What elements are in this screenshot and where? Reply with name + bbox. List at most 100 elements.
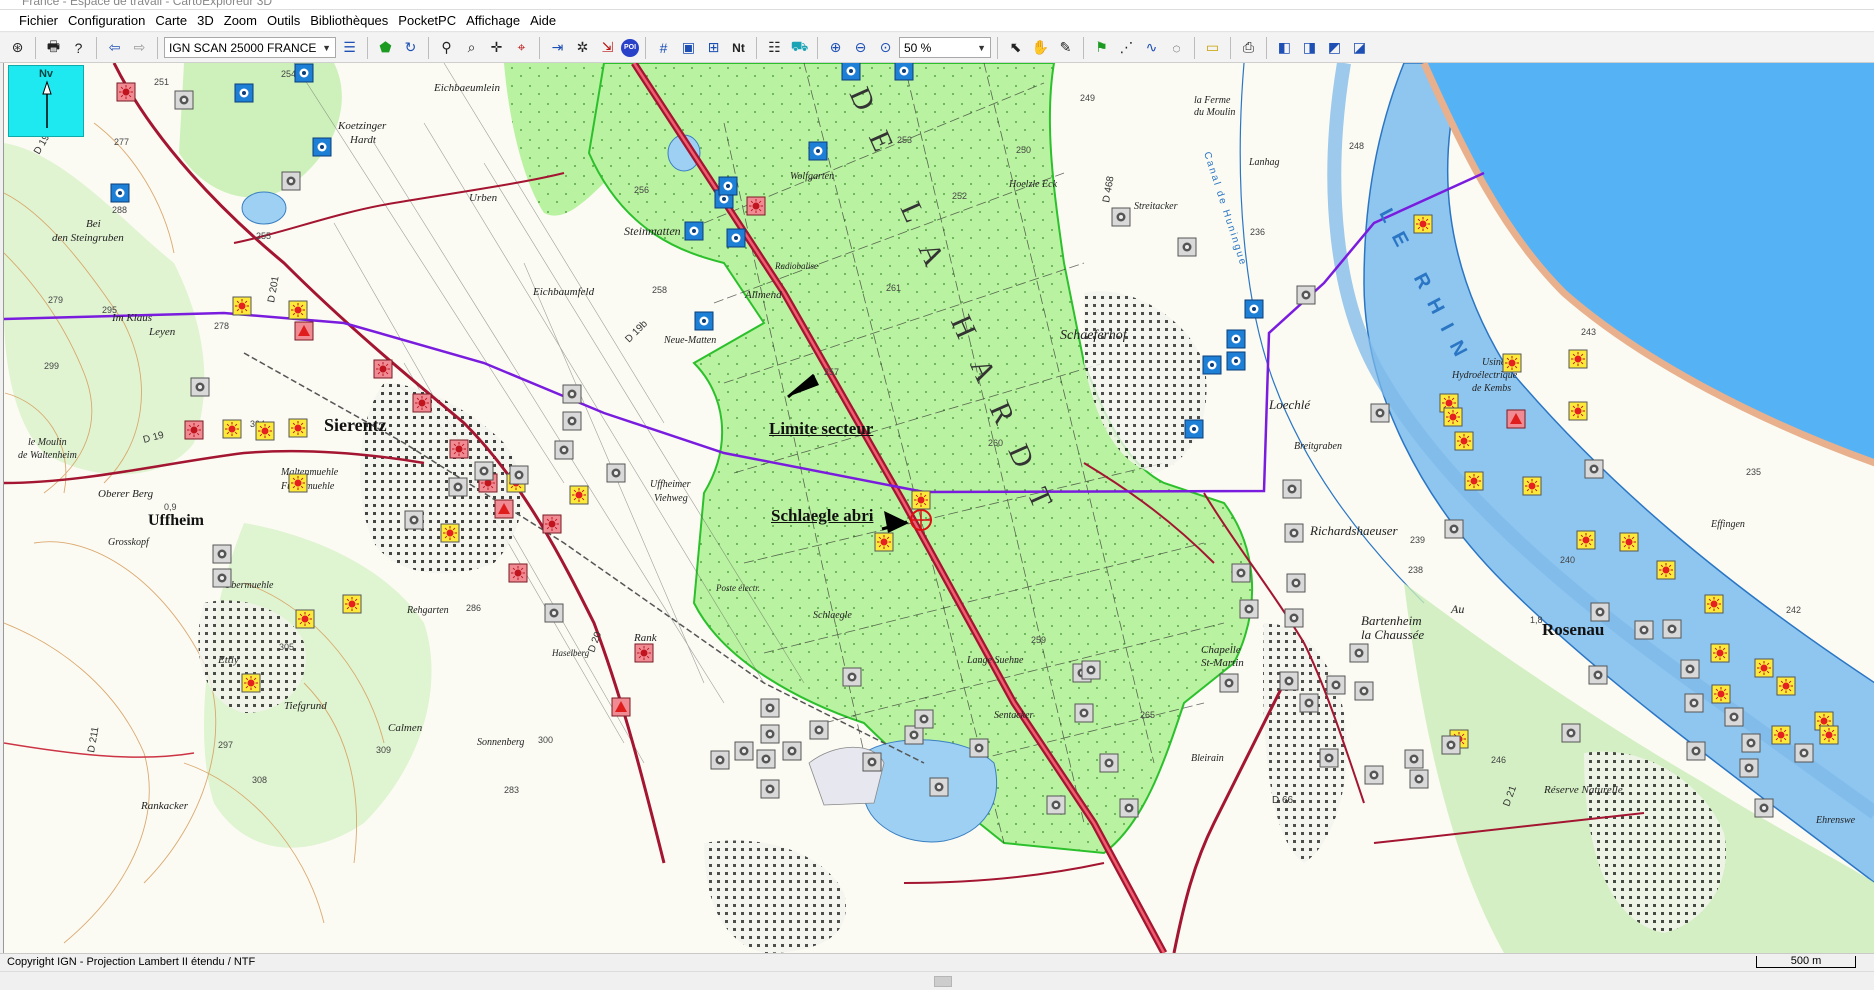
generic-poi-icon[interactable] — [1584, 459, 1604, 479]
generic-poi-icon[interactable] — [756, 749, 776, 769]
sun-poi-icon[interactable] — [255, 421, 275, 441]
sun-poi-icon[interactable] — [1711, 684, 1731, 704]
back-arrow-icon[interactable]: ⇦ — [103, 36, 126, 59]
red-poi-icon[interactable] — [373, 359, 393, 379]
water-poi-icon[interactable] — [312, 137, 332, 157]
generic-poi-icon[interactable] — [212, 544, 232, 564]
poi-icon[interactable]: POI — [621, 38, 639, 57]
red-poi-icon[interactable] — [634, 643, 654, 663]
menu-affichage[interactable]: Affichage — [461, 11, 525, 30]
generic-poi-icon[interactable] — [1354, 681, 1374, 701]
generic-poi-icon[interactable] — [174, 90, 194, 110]
generic-poi-icon[interactable] — [1111, 207, 1131, 227]
generic-poi-icon[interactable] — [1284, 523, 1304, 543]
generic-poi-icon[interactable] — [710, 750, 730, 770]
water-poi-icon[interactable] — [894, 63, 914, 81]
red-poi-icon[interactable] — [412, 393, 432, 413]
panel-icon[interactable]: ◧ — [1273, 36, 1296, 59]
select-tool-icon[interactable]: ⬉ — [1004, 36, 1027, 59]
nt-icon[interactable]: Nt — [727, 36, 750, 59]
sun-poi-icon[interactable] — [1522, 476, 1542, 496]
track-icon[interactable]: ∿ — [1140, 36, 1163, 59]
scrollbar-thumb[interactable] — [934, 976, 952, 987]
generic-poi-icon[interactable] — [509, 465, 529, 485]
generic-poi-icon[interactable] — [1177, 237, 1197, 257]
water-poi-icon[interactable] — [718, 176, 738, 196]
water-poi-icon[interactable] — [1244, 299, 1264, 319]
sun-poi-icon[interactable] — [1443, 407, 1463, 427]
generic-poi-icon[interactable] — [1239, 599, 1259, 619]
menu-outils[interactable]: Outils — [262, 11, 305, 30]
generic-poi-icon[interactable] — [760, 724, 780, 744]
generic-poi-icon[interactable] — [862, 752, 882, 772]
sun-poi-icon[interactable] — [1776, 676, 1796, 696]
generic-poi-icon[interactable] — [1404, 749, 1424, 769]
sun-poi-icon[interactable] — [1771, 725, 1791, 745]
red-poi-icon[interactable] — [746, 196, 766, 216]
sun-poi-icon[interactable] — [288, 418, 308, 438]
generic-poi-icon[interactable] — [404, 510, 424, 530]
forward-arrow-icon[interactable]: ⇨ — [128, 36, 151, 59]
generic-poi-icon[interactable] — [190, 377, 210, 397]
ruler-icon[interactable]: ▭ — [1201, 36, 1224, 59]
generic-poi-icon[interactable] — [1364, 765, 1384, 785]
water-poi-icon[interactable] — [1226, 351, 1246, 371]
generic-poi-icon[interactable] — [1046, 795, 1066, 815]
sun-poi-icon[interactable] — [569, 485, 589, 505]
generic-poi-icon[interactable] — [734, 741, 754, 761]
sun-poi-icon[interactable] — [1464, 471, 1484, 491]
menu-fichier[interactable]: Fichier — [14, 11, 63, 30]
sun-poi-icon[interactable] — [288, 300, 308, 320]
red-poi-icon[interactable] — [184, 420, 204, 440]
generic-poi-icon[interactable] — [1326, 675, 1346, 695]
import-icon[interactable]: ⇥ — [546, 36, 569, 59]
generic-poi-icon[interactable] — [474, 461, 494, 481]
generic-poi-icon[interactable] — [1754, 798, 1774, 818]
generic-poi-icon[interactable] — [1561, 723, 1581, 743]
red-poi-icon[interactable] — [508, 563, 528, 583]
water-poi-icon[interactable] — [294, 63, 314, 83]
sun-poi-icon[interactable] — [1576, 530, 1596, 550]
water-poi-icon[interactable] — [841, 63, 861, 81]
sun-poi-icon[interactable] — [222, 419, 242, 439]
water-poi-icon[interactable] — [808, 141, 828, 161]
generic-poi-icon[interactable] — [1444, 519, 1464, 539]
sun-poi-icon[interactable] — [1413, 214, 1433, 234]
sun-poi-icon[interactable] — [1656, 560, 1676, 580]
generic-poi-icon[interactable] — [1634, 620, 1654, 640]
printer-icon[interactable]: 🖶 — [42, 36, 65, 59]
generic-poi-icon[interactable] — [1680, 659, 1700, 679]
generic-poi-icon[interactable] — [1590, 602, 1610, 622]
menu-bibliotheques[interactable]: Bibliothèques — [305, 11, 393, 30]
sun-poi-icon[interactable] — [295, 609, 315, 629]
generic-poi-icon[interactable] — [760, 698, 780, 718]
generic-poi-icon[interactable] — [1299, 693, 1319, 713]
sun-poi-icon[interactable] — [1568, 401, 1588, 421]
generic-poi-icon[interactable] — [1231, 563, 1251, 583]
sun-poi-icon[interactable] — [1704, 594, 1724, 614]
generic-poi-icon[interactable] — [1794, 743, 1814, 763]
sun-poi-icon[interactable] — [1568, 349, 1588, 369]
generic-poi-icon[interactable] — [760, 779, 780, 799]
generic-poi-icon[interactable] — [969, 738, 989, 758]
sun-poi-icon[interactable] — [440, 523, 460, 543]
layers-icon[interactable]: ☰ — [338, 36, 361, 59]
water-poi-icon[interactable] — [726, 228, 746, 248]
zoom-fit-icon[interactable]: ⊙ — [874, 36, 897, 59]
topographic-map[interactable]: Sierentz Uffheim Schaeferhof Loechlé Ros… — [4, 63, 1874, 953]
find-icon[interactable]: ⌕ — [460, 36, 483, 59]
horizontal-scrollbar[interactable] — [0, 971, 1874, 990]
generic-poi-icon[interactable] — [554, 440, 574, 460]
water-poi-icon[interactable] — [1184, 419, 1204, 439]
hand-pan-icon[interactable]: ✋ — [1029, 36, 1052, 59]
map-view[interactable]: Sierentz Uffheim Schaeferhof Loechlé Ros… — [3, 63, 1874, 953]
red-poi-icon[interactable] — [542, 514, 562, 534]
frame-icon[interactable]: ▣ — [677, 36, 700, 59]
sun-poi-icon[interactable] — [241, 673, 261, 693]
menu-configuration[interactable]: Configuration — [63, 11, 150, 30]
workspace-icon[interactable]: ⊛ — [6, 36, 29, 59]
crosshair-icon[interactable]: ✛ — [485, 36, 508, 59]
zoom-out-icon[interactable]: ⊖ — [849, 36, 872, 59]
generic-poi-icon[interactable] — [1099, 753, 1119, 773]
red-poi-icon[interactable] — [116, 82, 136, 102]
